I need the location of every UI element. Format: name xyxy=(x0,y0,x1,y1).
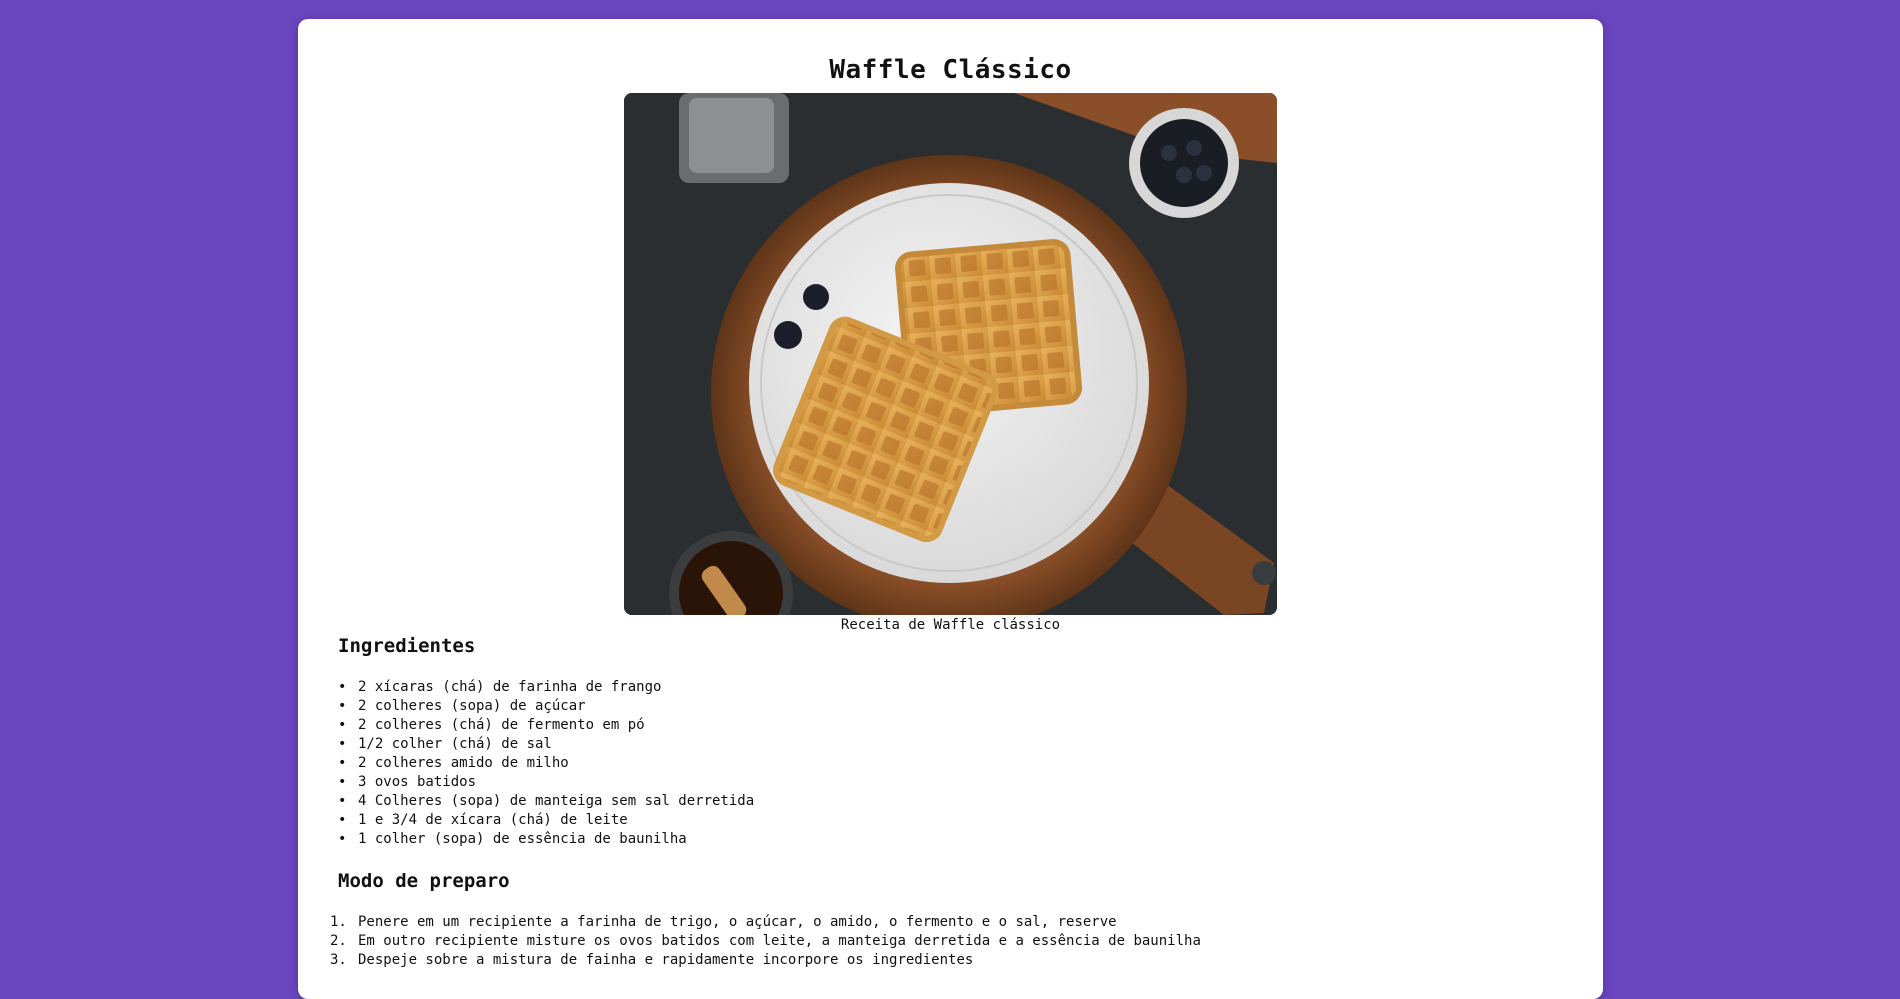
ingredient-text: 1 e 3/4 de xícara (chá) de leite xyxy=(358,812,628,828)
method-heading: Modo de preparo xyxy=(338,870,510,892)
list-item: • 2 xícaras (chá) de farinha de frango xyxy=(338,679,662,695)
list-item: • 2 colheres amido de milho xyxy=(338,755,569,771)
page-title: Waffle Clássico xyxy=(829,55,1072,85)
list-item: • 4 Colheres (sopa) de manteiga sem sal d… xyxy=(338,793,755,809)
recipe-card: Waffle Clássico Receita de Waffle clássi… xyxy=(298,19,1603,999)
list-item: 3. Despeje sobre a mistura de fainha e ra… xyxy=(330,952,974,968)
ingredient-text: 4 Colheres (sopa) de manteiga sem sal de… xyxy=(358,793,755,809)
ingredient-text: 2 xícaras (chá) de farinha de frango xyxy=(358,679,662,695)
image-caption: Receita de Waffle clássico xyxy=(840,617,1061,633)
ingredients-heading: Ingredientes xyxy=(338,635,476,657)
ingredients-list: • 2 xícaras (chá) de farinha de frango • 2… xyxy=(338,678,754,849)
list-item: 1. Penere em um recipiente a farinha de t… xyxy=(330,914,1117,930)
list-item: • 1 colher (sopa) de essência de baunilha xyxy=(338,831,687,847)
step-text: Despeje sobre a mistura de fainha e rapi… xyxy=(358,952,974,968)
step-text: Penere em um recipiente a farinha de tri… xyxy=(358,914,1117,930)
list-item: • 1 e 3/4 de xícara (chá) de leite xyxy=(338,812,628,828)
list-item: • 2 colheres (chá) de fermento em pó xyxy=(338,717,645,733)
list-item: • 2 colheres (sopa) de açúcar xyxy=(338,698,586,714)
ingredient-text: 2 colheres (chá) de fermento em pó xyxy=(358,717,645,733)
list-item: • 1/2 colher (chá) de sal xyxy=(338,736,552,752)
recipe-image xyxy=(624,93,1277,615)
list-item: 2. Em outro recipiente misture os ovos ba… xyxy=(330,933,1201,949)
list-item: • 3 ovos batidos xyxy=(338,774,477,790)
ingredient-text: 1 colher (sopa) de essência de baunilha xyxy=(358,831,687,847)
waffle-photo xyxy=(624,93,1277,615)
ingredient-text: 2 colheres (sopa) de açúcar xyxy=(358,698,586,714)
ingredient-text: 1/2 colher (chá) de sal xyxy=(358,736,552,752)
ingredient-text: 3 ovos batidos xyxy=(358,774,477,790)
steps-list: 1. Penere em um recipiente a farinha de t… xyxy=(330,913,1201,970)
ingredient-text: 2 colheres amido de milho xyxy=(358,755,569,771)
step-text: Em outro recipiente misture os ovos bati… xyxy=(358,933,1201,949)
